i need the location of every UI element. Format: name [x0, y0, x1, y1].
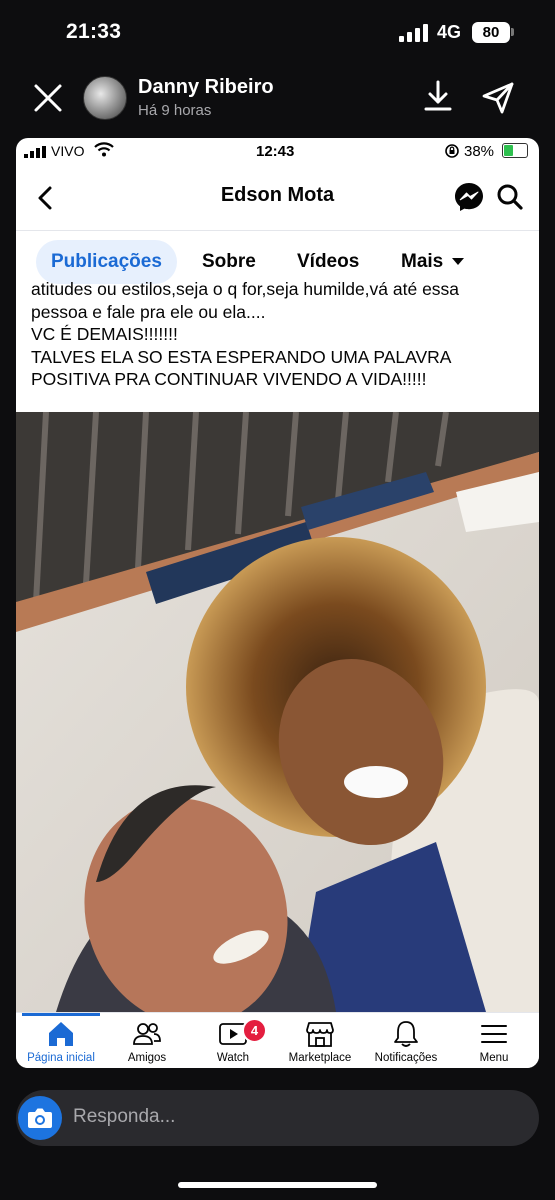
inner-clock: 12:43: [256, 143, 295, 160]
nav-label: Watch: [216, 1052, 250, 1064]
nav-label: Amigos: [127, 1052, 167, 1064]
battery-tip: [511, 28, 514, 36]
notification-badge: 4: [242, 1018, 267, 1043]
inner-status-bar: VIVO 12:43 38%: [16, 138, 539, 166]
story-author-name[interactable]: Danny Ribeiro: [138, 76, 274, 99]
messenger-icon[interactable]: [453, 181, 485, 213]
search-icon[interactable]: [496, 183, 524, 211]
cellular-signal-icon: [399, 24, 428, 42]
avatar[interactable]: [83, 76, 127, 120]
nav-notifications[interactable]: Notificações: [361, 1013, 451, 1068]
home-indicator[interactable]: [178, 1182, 377, 1188]
menu-icon: [481, 1025, 507, 1043]
active-indicator: [22, 1013, 100, 1016]
network-type: 4G: [437, 22, 462, 42]
post-line: TALVES ELA SO ESTA ESPERANDO UMA PALAVRA: [31, 346, 452, 367]
wifi-icon: [94, 142, 114, 157]
post-line: VC É DEMAIS!!!!!!!: [31, 324, 178, 344]
os-clock: 21:33: [66, 20, 122, 43]
download-icon[interactable]: [420, 78, 456, 114]
shared-screenshot: VIVO 12:43 38% Edson Mota Publicações So…: [16, 138, 539, 1068]
post-text: atitudes ou estilos,seja o q for,seja hu…: [31, 279, 531, 391]
post-line: pessoa e fale pra ele ou ela....: [31, 301, 266, 322]
nav-friends[interactable]: Amigos: [102, 1013, 192, 1068]
profile-header: Edson Mota: [16, 166, 539, 231]
inner-signal-icon: [24, 146, 46, 158]
nav-label: Notificações: [374, 1052, 438, 1064]
post-line: atitudes ou estilos,seja o q for,seja hu…: [31, 279, 460, 299]
nav-menu[interactable]: Menu: [449, 1013, 539, 1068]
post-photo[interactable]: [16, 412, 539, 1012]
marketplace-icon: [306, 1022, 334, 1047]
camera-button[interactable]: [18, 1096, 62, 1140]
nav-watch[interactable]: 4 Watch: [188, 1013, 278, 1068]
reply-input[interactable]: Responda...: [73, 1106, 175, 1128]
nav-home[interactable]: Página inicial: [16, 1013, 106, 1068]
bottom-navigation: Página inicial Amigos 4 Watch Marketplac…: [16, 1012, 539, 1068]
send-icon[interactable]: [478, 78, 518, 118]
home-icon: [49, 1022, 73, 1046]
reply-bar: Responda...: [16, 1090, 539, 1146]
rotation-lock-icon: [445, 144, 459, 158]
battery-level: 80: [472, 22, 510, 43]
post-line: POSITIVA PRA CONTINUAR VIVENDO A VIDA!!!…: [31, 369, 427, 389]
nav-label: Marketplace: [288, 1052, 352, 1064]
camera-icon: [28, 1108, 52, 1128]
inner-battery-percent: 38%: [464, 143, 495, 160]
nav-label: Página inicial: [27, 1052, 95, 1064]
nav-label: Menu: [479, 1052, 509, 1064]
nav-marketplace[interactable]: Marketplace: [275, 1013, 365, 1068]
caret-down-icon: [452, 258, 464, 265]
inner-battery-icon: [502, 143, 528, 158]
story-timestamp: Há 9 horas: [138, 102, 212, 119]
inner-carrier: VIVO: [51, 143, 85, 159]
close-icon[interactable]: [28, 78, 68, 118]
friends-icon: [133, 1023, 161, 1045]
bell-icon: [394, 1021, 418, 1047]
